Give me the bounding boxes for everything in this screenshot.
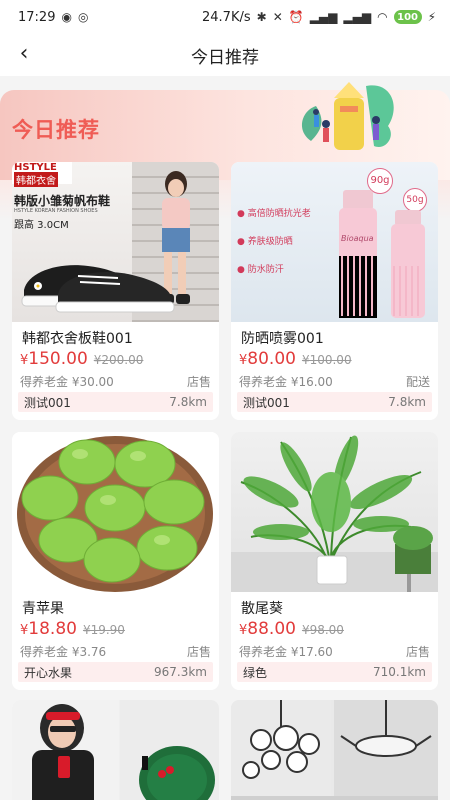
product-card[interactable]: ● 高倍防晒抗光老 ● 养肤级防晒 ● 防水防汗 90g 50g Bioaqua… bbox=[231, 162, 438, 420]
product-card[interactable] bbox=[12, 700, 219, 800]
feature-2: ● 养肤级防晒 bbox=[237, 237, 293, 247]
palm-plant-figure bbox=[231, 435, 438, 592]
mute-icon: ✕ bbox=[272, 10, 283, 24]
store-name: 测试001 bbox=[24, 395, 71, 410]
price-row: ¥88.00 ¥98.00 bbox=[239, 619, 344, 639]
original-price: ¥100.00 bbox=[301, 353, 352, 367]
feature-3: ● 防水防汗 bbox=[237, 265, 284, 275]
sneakers-figure bbox=[21, 265, 175, 313]
sale-type-tag: 店售 bbox=[405, 645, 430, 659]
pension-amount: 得养老金 ¥30.00 bbox=[20, 375, 114, 389]
page-title: 今日推荐 bbox=[191, 47, 259, 68]
nav-bar: ‹ 今日推荐 bbox=[0, 34, 450, 76]
store-distance: 7.8km bbox=[388, 395, 426, 409]
lamps-figure bbox=[231, 700, 438, 800]
brand-cn-label: 韩都衣舍 bbox=[14, 172, 58, 187]
current-price: ¥88.00 bbox=[239, 619, 296, 639]
product-image bbox=[12, 432, 219, 592]
bluetooth-icon: ✱ bbox=[256, 10, 267, 24]
pension-row: 得养老金 ¥17.60 店售 bbox=[239, 643, 430, 660]
sale-type-tag: 店售 bbox=[186, 375, 211, 389]
pension-amount: 得养老金 ¥17.60 bbox=[239, 645, 333, 659]
product-name: 青苹果 bbox=[22, 601, 64, 617]
network-speed: 24.7K/s bbox=[202, 9, 251, 25]
original-price: ¥200.00 bbox=[93, 353, 144, 367]
signal2-icon: ▂▄▆ bbox=[343, 10, 372, 24]
price-row: ¥80.00 ¥100.00 bbox=[239, 349, 352, 369]
store-distance: 710.1km bbox=[373, 665, 426, 679]
current-price: ¥80.00 bbox=[239, 349, 296, 369]
bottle-brand: Bioaqua bbox=[341, 234, 374, 243]
store-name: 绿色 bbox=[243, 665, 268, 680]
store-row[interactable]: 开心水果 967.3km bbox=[18, 662, 213, 682]
pension-amount: 得养老金 ¥3.76 bbox=[20, 645, 107, 659]
hero-title: 今日推荐 bbox=[12, 118, 100, 142]
store-name: 测试001 bbox=[243, 395, 290, 410]
store-row[interactable]: 绿色 710.1km bbox=[237, 662, 432, 682]
product-card[interactable] bbox=[231, 700, 438, 800]
current-price: ¥150.00 bbox=[20, 349, 88, 369]
sale-type-tag: 店售 bbox=[186, 645, 211, 659]
apples-figure bbox=[17, 436, 213, 592]
price-row: ¥150.00 ¥200.00 bbox=[20, 349, 143, 369]
charging-icon: ⚡ bbox=[427, 10, 436, 24]
store-row[interactable]: 测试001 7.8km bbox=[237, 392, 432, 412]
product-image bbox=[231, 432, 438, 592]
spray-bottles bbox=[339, 190, 425, 318]
wifi-icon: ◠ bbox=[377, 10, 388, 24]
store-distance: 7.8km bbox=[169, 395, 207, 409]
fashion-figure bbox=[32, 704, 215, 800]
current-price: ¥18.80 bbox=[20, 619, 77, 639]
original-price: ¥98.00 bbox=[301, 623, 344, 637]
pension-row: 得养老金 ¥16.00 配送 bbox=[239, 373, 430, 390]
product-image bbox=[12, 700, 219, 800]
original-price: ¥19.90 bbox=[82, 623, 125, 637]
product-name: 韩都衣舍板鞋001 bbox=[22, 331, 133, 347]
product-card[interactable]: 散尾葵 ¥88.00 ¥98.00 得养老金 ¥17.60 店售 绿色 710.… bbox=[231, 432, 438, 690]
pension-amount: 得养老金 ¥16.00 bbox=[239, 375, 333, 389]
price-row: ¥18.80 ¥19.90 bbox=[20, 619, 125, 639]
product-name: 防晒喷雾001 bbox=[241, 331, 324, 347]
status-bar: 17:29 ◉ ◎ 24.7K/s ✱ ✕ ⏰ ▂▄▆ ▂▄▆ ◠ 100 ⚡ bbox=[0, 0, 450, 34]
back-icon[interactable]: ‹ bbox=[12, 42, 36, 66]
image-heel: 跟高 3.0CM bbox=[14, 220, 69, 231]
notification-icon: ◎ bbox=[77, 10, 89, 24]
store-name: 开心水果 bbox=[24, 665, 73, 680]
alarm-icon: ⏰ bbox=[288, 10, 304, 24]
product-card[interactable]: 青苹果 ¥18.80 ¥19.90 得养老金 ¥3.76 店售 开心水果 967… bbox=[12, 432, 219, 690]
signal-icon: ▂▄▆ bbox=[309, 10, 338, 24]
store-distance: 967.3km bbox=[154, 665, 207, 679]
feature-1: ● 高倍防晒抗光老 bbox=[237, 209, 311, 219]
image-headline: 韩版小雏菊帆布鞋 bbox=[14, 194, 111, 208]
weibo-icon: ◉ bbox=[61, 10, 72, 24]
battery-icon: 100 bbox=[393, 10, 422, 24]
pension-row: 得养老金 ¥3.76 店售 bbox=[20, 643, 211, 660]
pension-row: 得养老金 ¥30.00 店售 bbox=[20, 373, 211, 390]
status-time: 17:29 bbox=[18, 9, 56, 25]
sale-type-tag: 配送 bbox=[405, 375, 430, 389]
hero-illustration bbox=[301, 82, 394, 150]
product-card[interactable]: HSTYLE 韩都衣舍 韩版小雏菊帆布鞋 HSTYLE KOREAN FASHI… bbox=[12, 162, 219, 420]
product-name: 散尾葵 bbox=[241, 601, 283, 617]
content-area[interactable]: 今日推荐 HSTYLE 韩都衣舍 韩版小雏菊帆布鞋 HSTYLE KOREAN … bbox=[0, 76, 450, 800]
product-image: ● 高倍防晒抗光老 ● 养肤级防晒 ● 防水防汗 90g 50g Bioaqua bbox=[231, 162, 438, 322]
image-subline: HSTYLE KOREAN FASHION SHOES bbox=[14, 208, 98, 214]
product-image: HSTYLE 韩都衣舍 韩版小雏菊帆布鞋 HSTYLE KOREAN FASHI… bbox=[12, 162, 219, 322]
product-image bbox=[231, 700, 438, 800]
store-row[interactable]: 测试001 7.8km bbox=[18, 392, 213, 412]
